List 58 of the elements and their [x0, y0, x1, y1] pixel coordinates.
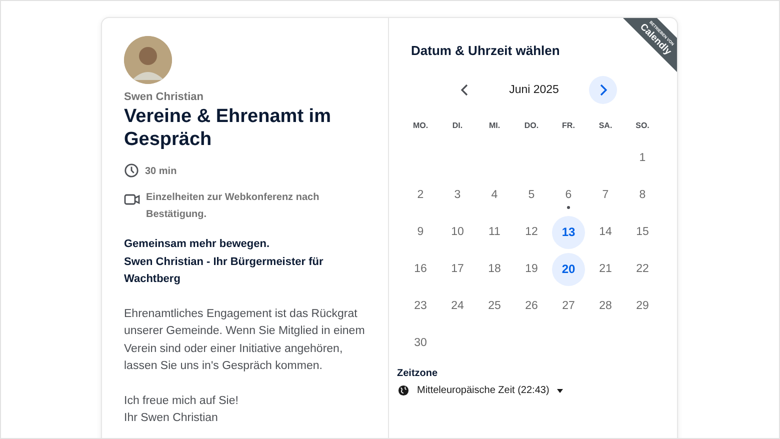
host-name: Swen Christian — [124, 91, 204, 103]
duration-text: 30 min — [145, 165, 177, 179]
calendar-day[interactable]: 18 — [478, 252, 511, 286]
calendar-day[interactable]: 15 — [626, 216, 659, 248]
video-camera-icon — [124, 192, 140, 206]
description-paragraph: Ehrenamtliches Engagement ist das Rückgrat unserer Gemeinde. Wenn Sie Mitglied in einem Verein sind oder einer Initiative angehören, lassen Sie uns in's Gespräch kommen. — [124, 306, 366, 374]
weekday-label: MI. — [488, 120, 502, 132]
calendar-day[interactable]: 11 — [478, 216, 511, 248]
next-month-button[interactable] — [588, 76, 617, 104]
calendar-day[interactable]: 24 — [441, 290, 474, 322]
calendar-day[interactable]: 5 — [515, 178, 548, 212]
calendar-day[interactable]: 10 — [441, 216, 474, 248]
calendar-day[interactable]: 12 — [515, 216, 548, 248]
calendar-day[interactable]: 2 — [404, 178, 437, 212]
calendar-day[interactable]: 17 — [441, 252, 474, 286]
calendar-day[interactable]: 19 — [515, 252, 548, 286]
caret-icon — [557, 388, 564, 392]
weekday-label: SA. — [598, 120, 614, 132]
location-text: Einzelheiten zur Webkonferenz nach Bestätigung. — [146, 191, 320, 222]
chevron-left-icon — [460, 84, 470, 96]
weekday-label: FR. — [561, 120, 576, 132]
clock-icon — [124, 163, 139, 178]
calendar-day[interactable]: 9 — [404, 216, 437, 248]
weekday-label: SO. — [634, 120, 650, 132]
calendar-day[interactable]: 16 — [404, 252, 437, 286]
calendar-day[interactable]: 6 — [552, 178, 585, 212]
chevron-right-icon — [598, 84, 608, 96]
globe-icon — [398, 385, 409, 396]
description-heading: Swen Christian - Ihr Bürgermeister für Wachtberg — [124, 254, 324, 287]
avatar-photo-placeholder — [124, 36, 172, 84]
calendar-day[interactable]: 27 — [552, 290, 585, 322]
calendar-day[interactable]: 7 — [589, 178, 622, 212]
calendar-day[interactable]: 26 — [515, 290, 548, 322]
month-label: Juni 2025 — [509, 84, 559, 96]
event-title: Vereine & Ehrenamt im Gespräch — [124, 105, 332, 151]
calendar-day[interactable]: 23 — [404, 290, 437, 322]
description-paragraph: Ich freue mich auf Sie! Ihr Swen Christian — [124, 394, 240, 426]
weekday-label: DI. — [451, 120, 464, 132]
calendar-day[interactable]: 3 — [441, 178, 474, 212]
calendar-day[interactable]: 21 — [589, 252, 622, 286]
timezone-dropdown[interactable]: Mitteleuropäische Zeit (22:43) — [398, 385, 564, 396]
today-dot — [567, 206, 570, 208]
calendar-day[interactable]: 20 — [552, 252, 585, 286]
calendar-day[interactable]: 8 — [626, 178, 659, 212]
weekday-label: DO. — [523, 120, 540, 132]
calendar-day[interactable]: 28 — [589, 290, 622, 322]
weekday-label: MO. — [412, 120, 430, 132]
calendar-day[interactable]: 4 — [478, 178, 511, 212]
calendar-day[interactable]: 13 — [552, 216, 585, 248]
timezone-label: Zeitzone — [397, 368, 439, 379]
calendar-day[interactable]: 1 — [626, 142, 659, 174]
calendar-day[interactable]: 30 — [404, 326, 437, 360]
calendar-day[interactable]: 25 — [478, 290, 511, 322]
calendar-day[interactable]: 14 — [589, 216, 622, 248]
calendar-day[interactable]: 22 — [626, 252, 659, 286]
description-heading: Gemeinsam mehr bewegen. — [124, 237, 270, 252]
calendar-title: Datum & Uhrzeit wählen — [411, 43, 560, 58]
calendar-day[interactable]: 29 — [626, 290, 659, 322]
